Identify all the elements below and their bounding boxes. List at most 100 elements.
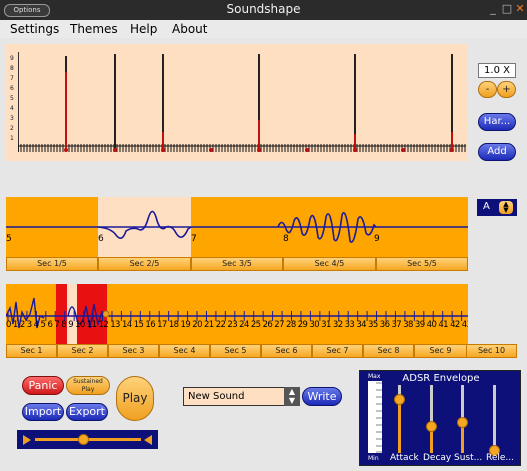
harmonics-panel[interactable]: 9 8 7 6 5 4 3 2 1	[6, 44, 468, 161]
harmonic-bar[interactable]	[114, 54, 116, 150]
section-tab[interactable]: Sec 6	[261, 344, 312, 358]
section-tab[interactable]: Sec 9	[414, 344, 467, 358]
harmonic-point[interactable]	[305, 148, 309, 152]
harmonic-bar[interactable]	[162, 54, 164, 150]
menu-bar: Settings Themes Help About	[0, 20, 527, 38]
release-track[interactable]	[493, 385, 496, 453]
select-arrows-icon[interactable]: ▲ ▼	[284, 387, 300, 406]
y-tick-label: 3	[10, 115, 14, 122]
adsr-scale	[368, 381, 382, 453]
waveform-plot	[6, 210, 468, 243]
scale-max-label: Max	[368, 373, 381, 380]
zoom-in-button[interactable]: +	[497, 81, 516, 98]
volume-high-icon	[144, 435, 152, 445]
menu-themes[interactable]: Themes	[70, 22, 118, 36]
harmonic-point[interactable]	[353, 148, 357, 152]
harmonic-x-ticks	[18, 144, 466, 152]
section-tab[interactable]: Sec 5/5	[376, 257, 468, 271]
panic-button[interactable]: Panic	[22, 376, 64, 395]
menu-about[interactable]: About	[172, 22, 207, 36]
harmonic-bar[interactable]	[258, 54, 260, 150]
section-tab[interactable]: Sec 2/5	[98, 257, 191, 271]
harmonic-point[interactable]	[161, 148, 165, 152]
window-title: Soundshape	[226, 2, 301, 16]
channel-label: A	[483, 201, 490, 212]
section-tab[interactable]: Sec 2	[57, 344, 108, 358]
segment-marker: 9	[374, 234, 380, 244]
sound-select[interactable]: New Sound	[183, 387, 300, 406]
volume-knob[interactable]	[77, 434, 89, 445]
zoom-level: 1.0 X	[478, 63, 516, 78]
y-tick-label: 8	[10, 65, 14, 72]
scale-ticks	[376, 382, 382, 453]
section-tab[interactable]: Sec 3	[108, 344, 159, 358]
attack-fill	[398, 398, 401, 453]
title-bar: Options Soundshape _ □ ✕	[0, 0, 527, 20]
minimize-icon[interactable]: _	[487, 3, 499, 15]
y-tick-label: 9	[10, 55, 14, 62]
channel-spinner-icon[interactable]: ▲ ▼	[499, 201, 513, 214]
y-tick-label: 2	[10, 125, 14, 132]
maximize-icon[interactable]: □	[501, 3, 513, 15]
release-label: Rele...	[486, 453, 515, 463]
section-tab[interactable]: Sec 1/5	[6, 257, 98, 271]
harmonic-bar[interactable]	[354, 54, 356, 150]
harmonic-point[interactable]	[257, 148, 261, 152]
section-tab[interactable]: Sec 4/5	[283, 257, 376, 271]
waveform-strip[interactable]: 5 6 7 8 9	[6, 197, 468, 257]
y-tick-label: 7	[10, 75, 14, 82]
adsr-panel: ADSR Envelope Max Min Attack Decay Sust.…	[359, 370, 521, 466]
segment-marker: 5	[6, 234, 12, 244]
channel-selector[interactable]: A ▲ ▼	[477, 199, 517, 216]
decay-label: Decay	[423, 453, 452, 463]
y-tick-label: 5	[10, 95, 14, 102]
y-tick-label: 1	[10, 135, 14, 142]
waveform-segment-2	[97, 210, 192, 239]
harmonic-point[interactable]	[113, 148, 117, 152]
timeline-strip[interactable]: 0 1 2 3 4 5 6 7 8 9 10 11 12 13 14 15 16…	[6, 284, 468, 344]
sustained-label: Play	[81, 386, 95, 393]
harmonic-y-axis: 9 8 7 6 5 4 3 2 1	[10, 54, 18, 149]
section-tab[interactable]: Sec 8	[363, 344, 414, 358]
close-icon[interactable]: ✕	[514, 3, 526, 15]
add-button[interactable]: Add	[478, 143, 516, 161]
harmonic-point[interactable]	[450, 148, 454, 152]
volume-low-icon	[23, 435, 31, 445]
sustained-label: Sustained	[73, 378, 103, 385]
section-tab[interactable]: Sec 4	[159, 344, 210, 358]
menu-help[interactable]: Help	[130, 22, 157, 36]
play-button[interactable]: Play	[116, 376, 154, 421]
harmonic-bar[interactable]	[451, 54, 453, 150]
harmonic-point[interactable]	[209, 148, 213, 152]
import-button[interactable]: Import	[22, 403, 64, 421]
volume-slider[interactable]	[17, 430, 158, 449]
section-tab[interactable]: Sec 5	[210, 344, 261, 358]
section-tab[interactable]: Sec 7	[312, 344, 363, 358]
harmonic-point[interactable]	[64, 148, 68, 152]
section-tab[interactable]: Sec 10	[466, 344, 517, 358]
timeline-numbers: 0 1 2 3 4 5 6 7 8 9 10 11 12 13 14 15 16…	[6, 320, 468, 330]
write-button[interactable]: Write	[302, 387, 342, 406]
export-button[interactable]: Export	[66, 403, 108, 421]
scale-min-label: Min	[368, 455, 379, 462]
section-tab[interactable]: Sec 3/5	[191, 257, 283, 271]
y-axis-line	[18, 52, 19, 152]
adsr-title: ADSR Envelope	[402, 373, 480, 384]
menu-settings[interactable]: Settings	[10, 22, 59, 36]
section-tab[interactable]: Sec 1	[6, 344, 57, 358]
y-tick-label: 4	[10, 105, 14, 112]
harmonic-button[interactable]: Har...	[478, 113, 516, 131]
sustain-label: Sust...	[454, 453, 483, 463]
harmonic-bar[interactable]	[65, 56, 67, 150]
segment-marker: 7	[191, 234, 197, 244]
attack-label: Attack	[390, 453, 419, 463]
segment-marker: 8	[283, 234, 289, 244]
segment-marker: 6	[98, 234, 104, 244]
y-tick-label: 6	[10, 85, 14, 92]
decay-knob[interactable]	[426, 420, 437, 432]
sustained-play-button[interactable]: Sustained Play	[66, 376, 110, 395]
sustain-knob[interactable]	[457, 417, 468, 429]
harmonic-point[interactable]	[401, 148, 405, 152]
attack-knob[interactable]	[394, 393, 405, 405]
zoom-out-button[interactable]: -	[478, 81, 497, 98]
